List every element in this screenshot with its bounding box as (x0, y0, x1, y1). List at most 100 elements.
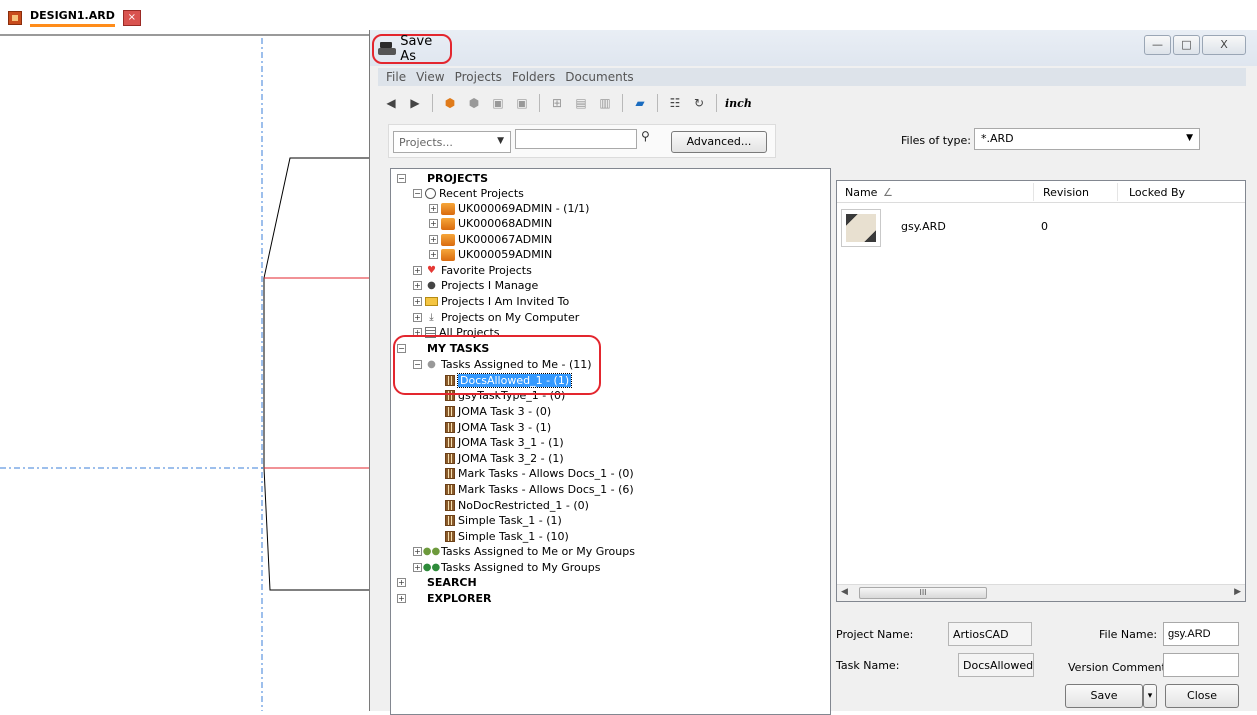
tree-node-task[interactable]: Simple Task_1 - (1) (445, 513, 562, 528)
project-tree[interactable]: − PROJECTS − Recent Projects + UK000069A… (390, 168, 831, 715)
tree-node-task[interactable]: JOMA Task 3_1 - (1) (445, 435, 564, 450)
files-of-type-value: *.ARD (981, 132, 1014, 145)
tree-node-recent-project[interactable]: + UK000059ADMIN (429, 247, 552, 262)
collapse-icon[interactable]: − (413, 189, 422, 198)
files-of-type-select[interactable]: *.ARD ▼ (974, 128, 1200, 150)
delete-folder-icon[interactable]: ▥ (596, 94, 614, 112)
column-name[interactable]: Name (845, 186, 877, 199)
new-folder-icon[interactable]: ⊞ (548, 94, 566, 112)
toolbar: ◀ ▶ ⬢ ⬢ ▣ ▣ ⊞ ▤ ▥ ▰ ☷ ↻ inch (382, 90, 752, 116)
version-comment-input[interactable] (1163, 653, 1239, 677)
back-arrow-icon[interactable]: ◀ (382, 94, 400, 112)
tree-node-projects-invited[interactable]: + Projects I Am Invited To (413, 294, 569, 309)
file-row[interactable]: gsy.ARD 0 (841, 209, 1241, 251)
tree-label: Mark Tasks - Allows Docs_1 - (6) (458, 483, 634, 496)
menu-documents[interactable]: Documents (565, 70, 633, 84)
tree-node-task[interactable]: JOMA Task 3 - (0) (445, 404, 551, 419)
expand-icon[interactable]: + (413, 281, 422, 290)
expand-icon[interactable]: + (429, 250, 438, 259)
file-list-header: Name ∠ Revision Locked By (837, 181, 1245, 203)
tree-node-task[interactable]: Mark Tasks - Allows Docs_1 - (0) (445, 466, 634, 481)
envelope-icon (425, 297, 438, 306)
menu-folders[interactable]: Folders (512, 70, 555, 84)
maximize-button[interactable]: □ (1173, 35, 1200, 55)
expand-icon[interactable]: + (397, 578, 406, 587)
expand-icon[interactable]: + (413, 297, 422, 306)
expand-icon[interactable]: + (429, 204, 438, 213)
delete-project-icon[interactable]: ▣ (513, 94, 531, 112)
scrollbar-thumb[interactable]: III (859, 587, 987, 599)
projects-scope-select[interactable]: Projects... ▼ (393, 131, 511, 153)
cad-canvas[interactable] (0, 38, 370, 711)
open-folder-icon[interactable]: ▰ (631, 94, 649, 112)
view-options-icon[interactable]: ☷ (666, 94, 684, 112)
new-project-icon[interactable]: ⬢ (441, 94, 459, 112)
tree-label: UK000059ADMIN (458, 248, 553, 261)
horizontal-scrollbar[interactable]: ◀ III ▶ (837, 584, 1245, 601)
file-name-input[interactable] (1163, 622, 1239, 646)
document-tab-title[interactable]: DESIGN1.ARD (30, 9, 115, 27)
tree-node-explorer[interactable]: + EXPLORER (397, 591, 491, 606)
expand-icon[interactable]: + (413, 563, 422, 572)
file-name-label: File Name: (1099, 628, 1158, 641)
tree-node-projects-i-manage[interactable]: + ● Projects I Manage (413, 278, 538, 293)
save-dropdown-button[interactable]: ▾ (1143, 684, 1157, 708)
tree-node-task[interactable]: Mark Tasks - Allows Docs_1 - (6) (445, 482, 634, 497)
window-controls: — □ X (1144, 35, 1246, 55)
rename-project-icon[interactable]: ▣ (489, 94, 507, 112)
task-icon (445, 484, 455, 495)
search-input[interactable] (515, 129, 637, 149)
expand-icon[interactable]: + (429, 235, 438, 244)
refresh-icon[interactable]: ↻ (690, 94, 708, 112)
document-tab[interactable]: DESIGN1.ARD × (8, 6, 141, 30)
close-window-button[interactable]: X (1202, 35, 1246, 55)
tree-node-search[interactable]: + SEARCH (397, 575, 477, 590)
expand-icon[interactable]: + (397, 594, 406, 603)
scroll-right-icon[interactable]: ▶ (1234, 587, 1241, 597)
units-toggle[interactable]: inch (725, 97, 752, 110)
tree-node-tasks-me-or-groups[interactable]: + ●● Tasks Assigned to Me or My Groups (413, 544, 635, 559)
project-properties-icon[interactable]: ⬢ (465, 94, 483, 112)
expand-icon[interactable]: + (413, 313, 422, 322)
tree-node-recent-project[interactable]: + UK000067ADMIN (429, 232, 552, 247)
tree-node-projects-on-computer[interactable]: + ⤓ Projects on My Computer (413, 310, 579, 325)
close-button[interactable]: Close (1165, 684, 1239, 708)
expand-icon[interactable]: + (413, 547, 422, 556)
tree-node-task[interactable]: NoDocRestricted_1 - (0) (445, 498, 589, 513)
tree-node-recent-projects[interactable]: − Recent Projects (413, 186, 524, 201)
tree-node-recent-project[interactable]: + UK000069ADMIN - (1/1) (429, 201, 589, 216)
tree-label: UK000067ADMIN (458, 233, 553, 246)
scroll-left-icon[interactable]: ◀ (841, 587, 848, 597)
rename-folder-icon[interactable]: ▤ (572, 94, 590, 112)
expand-icon[interactable]: + (429, 219, 438, 228)
task-name-field: DocsAllowed_ (958, 653, 1034, 677)
explorer-header: EXPLORER (427, 592, 492, 605)
close-tab-icon[interactable]: × (122, 10, 141, 26)
expand-icon[interactable]: + (413, 266, 422, 275)
save-button[interactable]: Save (1065, 684, 1143, 708)
forward-arrow-icon[interactable]: ▶ (406, 94, 424, 112)
tree-label: Mark Tasks - Allows Docs_1 - (0) (458, 467, 634, 480)
group-icon: ●● (422, 546, 441, 557)
dialog-titlebar[interactable]: Save As — □ X (370, 30, 1257, 66)
menu-file[interactable]: File (386, 70, 406, 84)
collapse-icon[interactable]: − (397, 174, 406, 183)
tree-node-task[interactable]: Simple Task_1 - (10) (445, 529, 569, 544)
tree-node-projects[interactable]: − PROJECTS (397, 171, 488, 186)
advanced-search-button[interactable]: Advanced... (671, 131, 767, 153)
tree-node-tasks-my-groups[interactable]: + ●● Tasks Assigned to My Groups (413, 560, 600, 575)
column-revision[interactable]: Revision (1043, 186, 1089, 199)
tree-node-favorite-projects[interactable]: + ♥ Favorite Projects (413, 263, 532, 278)
minimize-button[interactable]: — (1144, 35, 1171, 55)
artioscad-file-icon (8, 11, 22, 25)
menu-projects[interactable]: Projects (455, 70, 502, 84)
tree-node-task[interactable]: JOMA Task 3_2 - (1) (445, 451, 564, 466)
menu-view[interactable]: View (416, 70, 444, 84)
search-icon[interactable]: ⚲ (641, 129, 650, 143)
file-list[interactable]: Name ∠ Revision Locked By gsy.ARD 0 ◀ II… (836, 180, 1246, 602)
tree-node-task[interactable]: JOMA Task 3 - (1) (445, 420, 551, 435)
column-locked-by[interactable]: Locked By (1129, 186, 1185, 199)
tree-node-recent-project[interactable]: + UK000068ADMIN (429, 216, 552, 231)
files-of-type-label: Files of type: (901, 134, 972, 147)
tree-label: Projects on My Computer (441, 311, 580, 324)
